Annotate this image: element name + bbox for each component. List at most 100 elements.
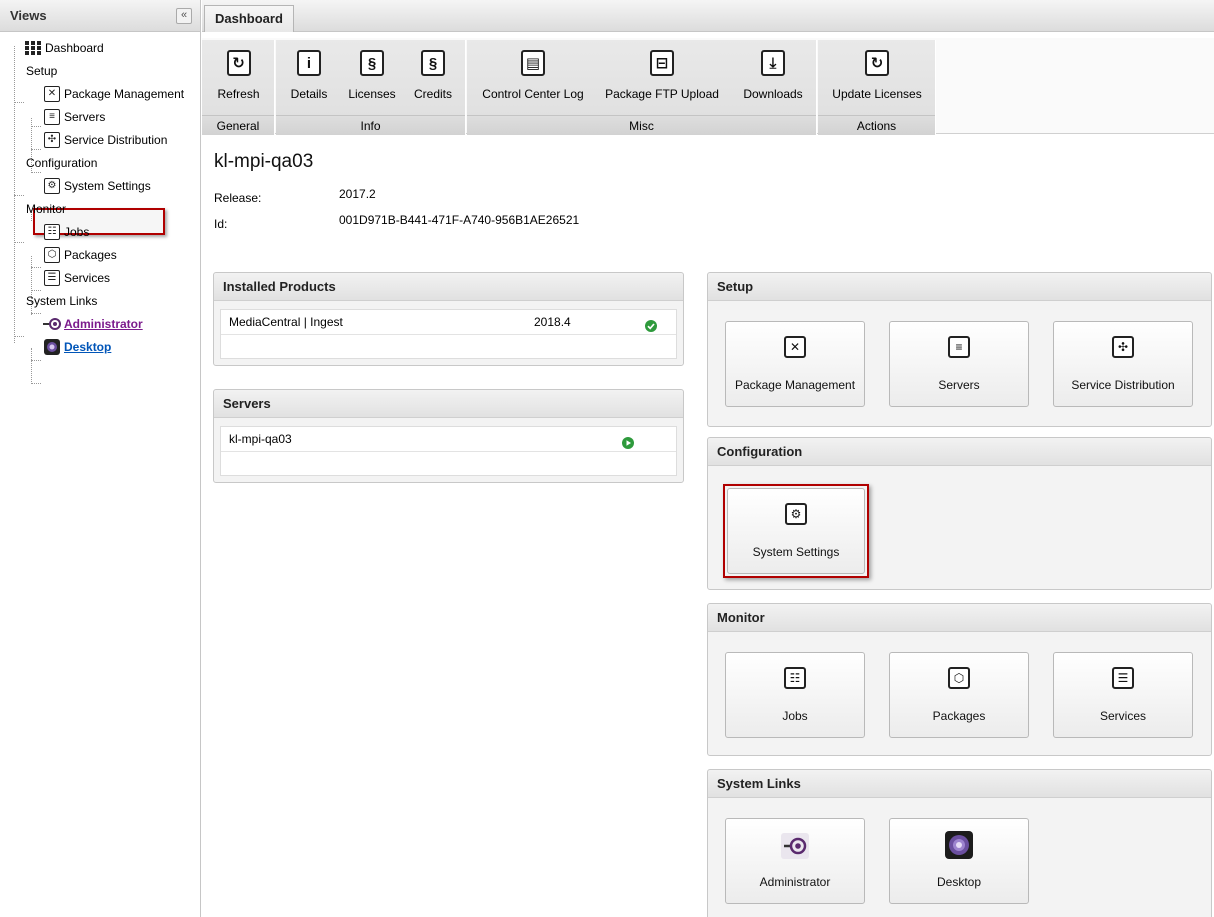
section-icon: § <box>421 50 445 76</box>
sidebar-item-label: Packages <box>64 247 117 262</box>
desktop-link[interactable]: Desktop <box>64 340 111 354</box>
servers-panel: Servers kl-mpi-qa03 <box>213 389 684 483</box>
button-label: Licenses <box>348 87 396 101</box>
downloads-button[interactable]: ⤓ Downloads <box>733 50 813 101</box>
sidebar-item-desktop[interactable]: Desktop <box>0 335 200 358</box>
upload-icon: ⊟ <box>650 50 674 76</box>
distribution-icon: ✣ <box>43 131 61 149</box>
button-label: Refresh <box>217 87 260 101</box>
table-row[interactable]: kl-mpi-qa03 <box>221 427 676 452</box>
sidebar-title: Views <box>10 8 47 23</box>
sidebar-item-label: Dashboard <box>45 40 104 55</box>
panel-title: Installed Products <box>214 273 683 301</box>
configuration-panel: Configuration ⚙ System Settings <box>707 437 1212 590</box>
setup-panel: Setup ✕ Package Management ≡ Servers ✣ S… <box>707 272 1212 427</box>
product-version: 2018.4 <box>534 315 571 329</box>
servers-card[interactable]: ≡ Servers <box>889 321 1029 407</box>
packages-card[interactable]: ⬡ Packages <box>889 652 1029 738</box>
sidebar-group-monitor[interactable]: Monitor <box>0 197 200 220</box>
sidebar-item-dashboard[interactable]: Dashboard <box>0 36 200 59</box>
sidebar-item-packages[interactable]: ⬡ Packages <box>0 243 200 266</box>
sidebar-group-system-links[interactable]: System Links <box>0 289 200 312</box>
jobs-icon: ☷ <box>784 667 806 689</box>
button-label: Downloads <box>743 87 803 101</box>
toolbar-group-general: ↻ Refresh General <box>202 40 275 135</box>
download-icon: ⤓ <box>761 50 785 76</box>
card-label: Package Management <box>734 378 856 392</box>
package-icon: ⬡ <box>948 667 970 689</box>
toolbar-group-label: General <box>202 115 274 135</box>
server-name: kl-mpi-qa03 <box>229 432 292 446</box>
update-licenses-button[interactable]: ↻ Update Licenses <box>818 50 936 101</box>
sidebar-item-jobs[interactable]: ☷ Jobs <box>0 220 200 243</box>
control-center-log-button[interactable]: ▤ Control Center Log <box>473 50 593 101</box>
panel-title: Servers <box>214 390 683 418</box>
panel-title: Setup <box>708 273 1211 301</box>
check-icon <box>645 316 657 341</box>
card-label: Administrator <box>759 875 831 889</box>
ribbon-toolbar: ↻ Refresh General i Details § Licenses §… <box>202 38 1214 135</box>
services-icon: ☰ <box>43 269 61 287</box>
play-status-icon <box>622 433 634 458</box>
panel-title: Configuration <box>708 438 1211 466</box>
tab-bar: Dashboard <box>202 0 1214 32</box>
refresh-icon: ↻ <box>226 50 251 76</box>
button-label: Credits <box>413 87 452 101</box>
services-icon: ☰ <box>1112 667 1134 689</box>
refresh-button[interactable]: ↻ Refresh <box>202 50 275 101</box>
info-icon: i <box>297 50 321 76</box>
sidebar-item-service-distribution[interactable]: ✣ Service Distribution <box>0 128 200 151</box>
toolbar-group-misc: ▤ Control Center Log ⊟ Package FTP Uploa… <box>467 40 817 135</box>
button-label: Details <box>290 87 328 101</box>
sidebar-item-system-settings[interactable]: ⚙ System Settings <box>0 174 200 197</box>
panel-title: System Links <box>708 770 1211 798</box>
services-card[interactable]: ☰ Services <box>1053 652 1193 738</box>
sidebar-item-administrator[interactable]: Administrator <box>0 312 200 335</box>
credits-button[interactable]: § Credits <box>408 50 458 101</box>
desktop-icon <box>43 338 61 356</box>
jobs-card[interactable]: ☷ Jobs <box>725 652 865 738</box>
installed-products-list: MediaCentral | Ingest 2018.4 <box>220 309 677 359</box>
id-label: Id: <box>214 217 228 231</box>
sidebar-group-setup[interactable]: Setup <box>0 59 200 82</box>
sidebar-group-configuration[interactable]: Configuration <box>0 151 200 174</box>
servers-list: kl-mpi-qa03 <box>220 426 677 476</box>
administrator-card[interactable]: Administrator <box>725 818 865 904</box>
toolbar-group-label: Actions <box>818 115 935 135</box>
host-title: kl-mpi-qa03 <box>214 151 314 172</box>
table-row[interactable]: MediaCentral | Ingest 2018.4 <box>221 310 676 335</box>
desktop-card[interactable]: Desktop <box>889 818 1029 904</box>
toolbar-group-label: Info <box>276 115 465 135</box>
button-label: Package FTP Upload <box>605 87 719 101</box>
service-distribution-card[interactable]: ✣ Service Distribution <box>1053 321 1193 407</box>
card-label: Servers <box>938 378 980 392</box>
card-label: Service Distribution <box>1071 378 1175 392</box>
package-ftp-upload-button[interactable]: ⊟ Package FTP Upload <box>599 50 725 101</box>
card-label: Services <box>1099 709 1146 723</box>
sidebar-item-label: Package Management <box>64 86 185 101</box>
system-settings-card[interactable]: ⚙ System Settings <box>727 488 865 574</box>
tools-icon: ✕ <box>784 336 806 358</box>
toolbar-group-info: i Details § Licenses § Credits Info <box>276 40 466 135</box>
card-label: System Settings <box>752 545 840 559</box>
id-value: 001D971B-B441-471F-A740-956B1AE26521 <box>339 213 580 227</box>
administrator-link[interactable]: Administrator <box>64 317 143 331</box>
tab-dashboard[interactable]: Dashboard <box>204 5 294 32</box>
sidebar-item-services[interactable]: ☰ Services <box>0 266 200 289</box>
button-label: Control Center Log <box>482 87 584 101</box>
gear-icon: ⚙ <box>785 503 807 525</box>
button-label: Update Licenses <box>832 87 922 101</box>
card-label: Jobs <box>782 709 808 723</box>
collapse-sidebar-button[interactable]: « <box>176 7 192 24</box>
details-button[interactable]: i Details <box>284 50 334 101</box>
log-icon: ▤ <box>521 50 545 76</box>
package-management-card[interactable]: ✕ Package Management <box>725 321 865 407</box>
licenses-button[interactable]: § Licenses <box>342 50 402 101</box>
sidebar-item-label: Setup <box>26 63 58 78</box>
sidebar-item-servers[interactable]: ≡ Servers <box>0 105 200 128</box>
sidebar-item-package-management[interactable]: ✕ Package Management <box>0 82 200 105</box>
monitor-panel: Monitor ☷ Jobs ⬡ Packages ☰ Services <box>707 603 1212 756</box>
sidebar-item-label: Servers <box>64 109 106 124</box>
release-value: 2017.2 <box>339 187 376 201</box>
toolbar-group-label: Misc <box>467 115 816 135</box>
